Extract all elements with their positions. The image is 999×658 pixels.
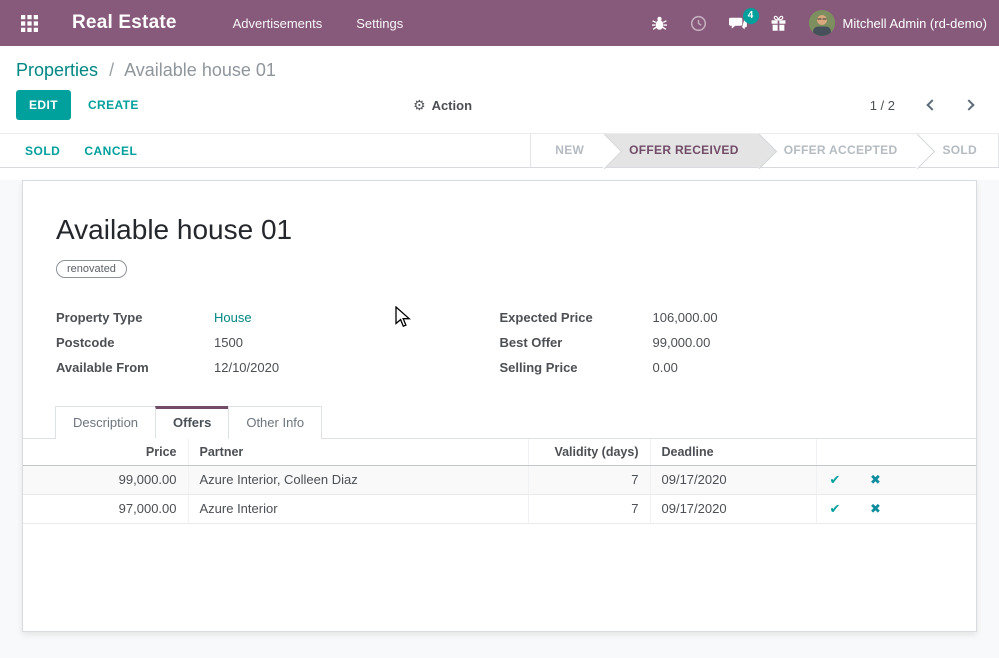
offer-partner: Azure Interior — [188, 494, 528, 523]
offer-price: 99,000.00 — [23, 465, 188, 494]
stage-new-label: NEW — [555, 143, 584, 157]
field-available-from: Available From 12/10/2020 — [56, 355, 500, 380]
field-property-type: Property Type House — [56, 305, 500, 330]
breadcrumb-separator: / — [109, 60, 114, 80]
stage-sold-label: SOLD — [942, 143, 977, 157]
statusbar-buttons: SOLD CANCEL — [25, 134, 137, 167]
field-label: Best Offer — [500, 330, 653, 355]
messages-chat-icon[interactable]: 4 — [729, 15, 748, 32]
field-group-left: Property Type House Postcode 1500 Availa… — [56, 305, 500, 380]
column-header-price[interactable]: Price — [23, 439, 188, 465]
field-best-offer: Best Offer 99,000.00 — [500, 330, 944, 355]
pager: 1 / 2 — [870, 92, 983, 118]
menu-settings[interactable]: Settings — [356, 16, 403, 31]
gift-icon[interactable] — [770, 15, 787, 32]
tab-offers[interactable]: Offers — [155, 406, 229, 439]
stage-offer-received[interactable]: OFFER RECEIVED — [605, 134, 760, 167]
accept-offer-check-icon[interactable]: ✔ — [830, 501, 841, 517]
message-count-badge: 4 — [743, 8, 759, 24]
field-label: Selling Price — [500, 355, 653, 380]
field-selling-price: Selling Price 0.00 — [500, 355, 944, 380]
notebook-tabs: Description Offers Other Info — [23, 406, 976, 439]
expected-price-value: 106,000.00 — [653, 305, 718, 330]
breadcrumb: Properties / Available house 01 — [16, 57, 983, 83]
user-name: Mitchell Admin (rd-demo) — [843, 16, 988, 31]
field-label: Property Type — [56, 305, 214, 330]
field-label: Postcode — [56, 330, 214, 355]
stage-offer-accepted-label: OFFER ACCEPTED — [784, 143, 898, 157]
field-postcode: Postcode 1500 — [56, 330, 500, 355]
field-expected-price: Expected Price 106,000.00 — [500, 305, 944, 330]
pager-previous-button[interactable] — [917, 92, 943, 118]
column-header-deadline[interactable]: Deadline — [650, 439, 816, 465]
column-header-actions — [816, 439, 976, 465]
field-groups: Property Type House Postcode 1500 Availa… — [23, 305, 976, 380]
user-menu[interactable]: Mitchell Admin (rd-demo) — [809, 10, 988, 36]
pager-next-button[interactable] — [957, 92, 983, 118]
offer-actions: ✔ ✖ — [816, 465, 976, 494]
stage-offer-accepted[interactable]: OFFER ACCEPTED — [760, 134, 919, 167]
user-avatar — [809, 10, 835, 36]
stage-offer-received-label: OFFER RECEIVED — [629, 143, 739, 157]
app-menus: Advertisements Settings — [233, 16, 404, 31]
breadcrumb-properties-link[interactable]: Properties — [16, 60, 98, 80]
available-from-value: 12/10/2020 — [214, 355, 279, 380]
offers-table: Price Partner Validity (days) Deadline 9… — [23, 439, 976, 524]
property-tag: renovated — [56, 260, 127, 278]
refuse-offer-x-icon[interactable]: ✖ — [870, 472, 881, 488]
control-panel-buttons: EDIT CREATE ⚙ Action 1 / 2 — [16, 90, 983, 120]
offer-actions: ✔ ✖ — [816, 494, 976, 523]
pager-value: 1 / 2 — [870, 98, 895, 113]
property-type-link[interactable]: House — [214, 305, 252, 330]
grid-icon — [21, 15, 38, 32]
create-button[interactable]: CREATE — [88, 98, 139, 112]
form-view-background: Available house 01 renovated Property Ty… — [0, 180, 999, 658]
breadcrumb-current: Available house 01 — [124, 60, 276, 80]
refuse-offer-x-icon[interactable]: ✖ — [870, 501, 881, 517]
tab-other-info[interactable]: Other Info — [228, 406, 322, 439]
edit-button[interactable]: EDIT — [16, 90, 71, 120]
offer-deadline: 09/17/2020 — [650, 465, 816, 494]
offer-validity: 7 — [528, 494, 650, 523]
navbar-systray: 4 Mitchell Admin (rd-demo) — [651, 10, 988, 36]
menu-advertisements[interactable]: Advertisements — [233, 16, 323, 31]
action-menu-button[interactable]: ⚙ Action — [413, 97, 472, 114]
gear-icon: ⚙ — [413, 97, 426, 114]
offer-deadline: 09/17/2020 — [650, 494, 816, 523]
tab-description[interactable]: Description — [55, 406, 156, 439]
column-header-validity[interactable]: Validity (days) — [528, 439, 650, 465]
field-group-right: Expected Price 106,000.00 Best Offer 99,… — [500, 305, 944, 380]
offer-row[interactable]: 97,000.00 Azure Interior 7 09/17/2020 ✔ … — [23, 494, 976, 523]
record-title: Available house 01 — [56, 213, 943, 247]
stage-pipeline: NEW OFFER RECEIVED OFFER ACCEPTED SOLD — [530, 134, 999, 167]
form-sheet: Available house 01 renovated Property Ty… — [22, 180, 977, 632]
activities-clock-icon[interactable] — [690, 15, 707, 32]
field-label: Expected Price — [500, 305, 653, 330]
cancel-button[interactable]: CANCEL — [84, 144, 137, 158]
selling-price-value: 0.00 — [653, 355, 678, 380]
offer-validity: 7 — [528, 465, 650, 494]
postcode-value: 1500 — [214, 330, 243, 355]
statusbar: SOLD CANCEL NEW OFFER RECEIVED OFFER ACC… — [0, 133, 999, 168]
stage-new[interactable]: NEW — [531, 134, 605, 167]
offer-partner: Azure Interior, Colleen Diaz — [188, 465, 528, 494]
offer-row[interactable]: 99,000.00 Azure Interior, Colleen Diaz 7… — [23, 465, 976, 494]
debug-bug-icon[interactable] — [651, 15, 668, 32]
apps-menu-icon[interactable] — [12, 6, 46, 40]
sold-button[interactable]: SOLD — [25, 144, 60, 158]
chevron-left-icon — [926, 99, 937, 110]
app-title[interactable]: Real Estate — [72, 12, 177, 34]
column-header-partner[interactable]: Partner — [188, 439, 528, 465]
action-label: Action — [432, 98, 472, 113]
top-navbar: Real Estate Advertisements Settings — [0, 0, 999, 46]
control-panel: Properties / Available house 01 EDIT CRE… — [0, 46, 999, 133]
offers-table-header: Price Partner Validity (days) Deadline — [23, 439, 976, 465]
accept-offer-check-icon[interactable]: ✔ — [830, 472, 841, 488]
offer-price: 97,000.00 — [23, 494, 188, 523]
field-label: Available From — [56, 355, 214, 380]
chevron-right-icon — [963, 99, 974, 110]
best-offer-value: 99,000.00 — [653, 330, 711, 355]
